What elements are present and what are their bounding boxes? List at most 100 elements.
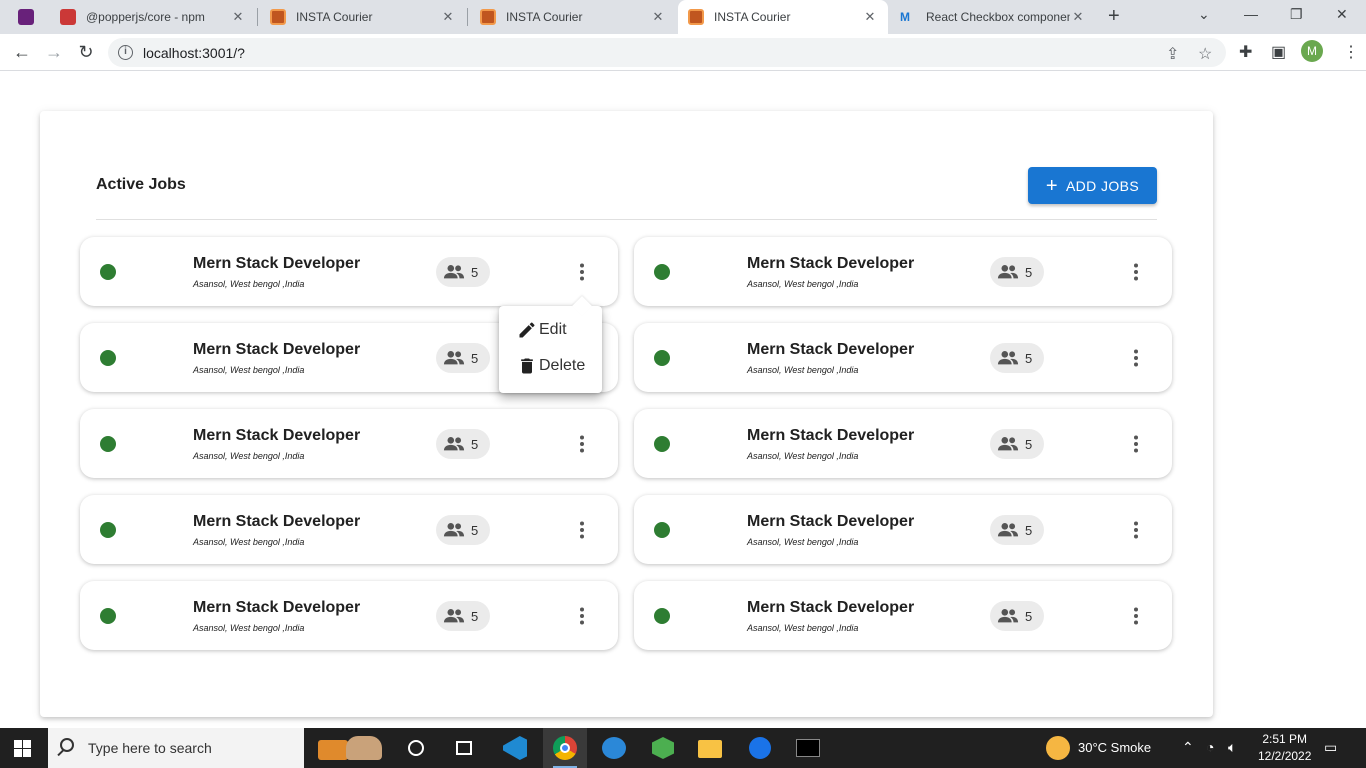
share-icon[interactable]: ⇪ [1166, 44, 1179, 64]
applicants-chip[interactable]: 5 [436, 343, 490, 373]
wifi-icon[interactable]: ◔ [1206, 739, 1214, 755]
windows-start-icon[interactable] [14, 740, 31, 757]
job-title: Mern Stack Developer [747, 599, 915, 616]
edit-menu-item[interactable]: Edit [517, 320, 567, 340]
status-dot [100, 608, 116, 624]
tray-chevron-icon[interactable]: ⌃ [1182, 739, 1194, 756]
people-icon [443, 437, 465, 451]
applicants-chip[interactable]: 5 [436, 429, 490, 459]
more-options-button[interactable] [1125, 519, 1147, 541]
applicants-chip[interactable]: 5 [990, 515, 1044, 545]
close-icon[interactable]: ✕ [230, 9, 246, 25]
notifications-icon[interactable]: ▭ [1324, 739, 1337, 756]
tab-label: INSTA Courier [296, 10, 373, 24]
file-explorer-icon[interactable] [696, 734, 724, 762]
job-card[interactable]: Mern Stack Developer Asansol, West bengol… [80, 581, 618, 650]
more-vert-icon [1134, 521, 1138, 539]
plus-icon: + [1045, 174, 1058, 197]
close-icon[interactable]: ✕ [862, 9, 878, 25]
people-icon [997, 351, 1019, 365]
close-icon[interactable]: ✕ [1070, 9, 1086, 25]
profile-avatar[interactable]: M [1301, 40, 1323, 62]
side-panel-icon[interactable]: ▣ [1271, 42, 1286, 62]
mail-app-icon[interactable] [600, 734, 628, 762]
applicants-chip[interactable]: 5 [990, 429, 1044, 459]
more-options-button[interactable] [571, 519, 593, 541]
tab-label: React Checkbox componen [926, 10, 1070, 24]
taskbar-search-box[interactable]: Type here to search [48, 728, 304, 768]
more-options-button[interactable] [571, 605, 593, 627]
extensions-puzzle-icon[interactable]: ✚ [1239, 42, 1252, 62]
tab-visual-studio[interactable] [8, 0, 48, 34]
reload-icon[interactable]: ↻ [74, 40, 98, 64]
applicants-chip[interactable]: 5 [436, 515, 490, 545]
job-card[interactable]: Mern Stack Developer Asansol, West bengol… [80, 237, 618, 306]
url-text[interactable]: localhost:3001/? [143, 45, 245, 61]
job-card[interactable]: Mern Stack Developer Asansol, West bengol… [80, 409, 618, 478]
status-dot [100, 522, 116, 538]
job-card[interactable]: Mern Stack Developer Asansol, West bengol… [634, 323, 1172, 392]
menu-kebab-icon[interactable]: ⋮ [1343, 42, 1359, 62]
tab-react-checkbox[interactable]: M React Checkbox componen ✕ [890, 0, 1096, 34]
tab-insta-courier-active[interactable]: INSTA Courier ✕ [678, 0, 888, 34]
weather-icon[interactable] [1046, 736, 1070, 760]
close-icon[interactable]: ✕ [440, 9, 456, 25]
job-location: Asansol, West bengol ,India [747, 365, 859, 375]
job-card[interactable]: Mern Stack Developer Asansol, West bengol… [80, 495, 618, 564]
terminal-icon[interactable] [794, 734, 822, 762]
bookmark-star-icon[interactable]: ☆ [1198, 44, 1212, 64]
more-options-button[interactable] [571, 433, 593, 455]
applicants-chip[interactable]: 5 [990, 257, 1044, 287]
browser-toolbar: ← → ↻ i localhost:3001/? ⇪ ☆ ✚ ▣ M ⋮ [0, 34, 1366, 71]
delete-menu-item[interactable]: Delete [517, 356, 585, 376]
job-card[interactable]: Mern Stack Developer Asansol, West bengol… [634, 237, 1172, 306]
forward-arrow-icon[interactable]: → [42, 40, 66, 64]
chrome-icon[interactable] [551, 734, 579, 762]
applicants-chip[interactable]: 5 [436, 601, 490, 631]
more-vert-icon [580, 521, 584, 539]
restore-icon[interactable]: ❐ [1290, 6, 1303, 23]
visual-studio-icon [18, 9, 34, 25]
tab-insta-courier-1[interactable]: INSTA Courier ✕ [260, 0, 466, 34]
tab-search-chevron-icon[interactable]: ⌄ [1198, 6, 1210, 23]
job-card[interactable]: Mern Stack Developer Asansol, West bengol… [634, 581, 1172, 650]
cortana-icon[interactable] [404, 734, 432, 762]
applicants-chip[interactable]: 5 [990, 343, 1044, 373]
firefox-dev-icon[interactable] [746, 734, 774, 762]
minimize-icon[interactable]: — [1244, 6, 1258, 22]
more-options-button[interactable] [571, 261, 593, 283]
people-icon [997, 609, 1019, 623]
vscode-icon[interactable] [500, 734, 528, 762]
more-options-button[interactable] [1125, 261, 1147, 283]
more-options-button[interactable] [1125, 433, 1147, 455]
windows-taskbar: Type here to search 30°C Smoke ⌃ ◔ 🔈︎ 2:… [0, 728, 1366, 768]
more-options-button[interactable] [1125, 347, 1147, 369]
add-jobs-button[interactable]: + ADD JOBS [1028, 167, 1157, 204]
pencil-icon [519, 322, 535, 338]
job-location: Asansol, West bengol ,India [747, 279, 859, 289]
address-bar[interactable]: i localhost:3001/? ⇪ ☆ [108, 38, 1226, 67]
tab-npm[interactable]: @popperjs/core - npm ✕ [50, 0, 256, 34]
trash-icon [521, 358, 533, 374]
tab-insta-courier-2[interactable]: INSTA Courier ✕ [470, 0, 676, 34]
task-view-icon[interactable] [452, 734, 480, 762]
applicants-chip[interactable]: 5 [990, 601, 1044, 631]
job-location: Asansol, West bengol ,India [747, 537, 859, 547]
job-location: Asansol, West bengol ,India [747, 623, 859, 633]
weather-text[interactable]: 30°C Smoke [1078, 740, 1151, 755]
applicants-chip[interactable]: 5 [436, 257, 490, 287]
volume-icon[interactable]: 🔈︎ [1228, 739, 1236, 756]
clock[interactable]: 2:51 PM 12/2/2022 [1258, 731, 1311, 765]
new-tab-button[interactable]: + [1108, 5, 1120, 28]
job-title: Mern Stack Developer [193, 341, 361, 358]
window-close-icon[interactable]: ✕ [1336, 6, 1348, 23]
tab-label: INSTA Courier [714, 10, 791, 24]
close-icon[interactable]: ✕ [650, 9, 666, 25]
job-card[interactable]: Mern Stack Developer Asansol, West bengol… [634, 409, 1172, 478]
site-info-icon[interactable]: i [118, 45, 133, 60]
status-dot [100, 350, 116, 366]
more-options-button[interactable] [1125, 605, 1147, 627]
back-arrow-icon[interactable]: ← [10, 40, 34, 64]
job-card[interactable]: Mern Stack Developer Asansol, West bengol… [634, 495, 1172, 564]
box-app-icon[interactable] [648, 734, 676, 762]
